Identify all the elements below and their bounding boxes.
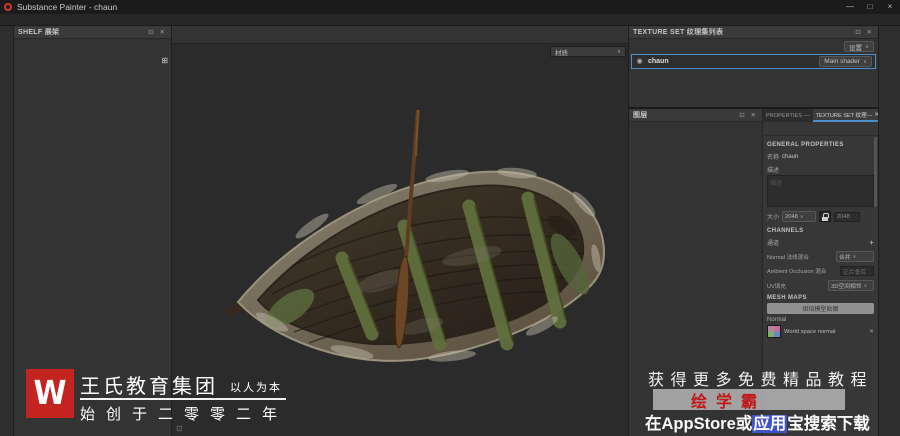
chevron-down-icon: ∨ [617,49,621,55]
name-value: chaun [782,154,798,160]
general-properties-header: GENERAL PROPERTIES [767,142,874,148]
mesh-map-row[interactable]: World space normal ✕ [767,325,874,338]
normal-mixing-value: 合并 [839,252,851,261]
substance-painter-window: Substance Painter - chaun — □ × SHELF 展架… [0,0,900,436]
watermark-divider [80,398,286,400]
properties-mode-icons [763,122,878,136]
properties-scrollbar[interactable] [874,137,877,207]
shelf-toolbar [14,39,171,54]
description-field[interactable]: 描述 [767,175,874,207]
ao-mixing-field: 正片叠底 [840,266,874,276]
name-label: 名称 [767,152,779,161]
texture-set-name: chaun [648,58,669,65]
viewport-corner-icon[interactable]: ⊡ [176,424,183,433]
layers-title: 图层 [633,110,648,120]
size-value: 2048 [785,214,798,220]
shelf-header: SHELF 展架 ⊡ ✕ [14,26,171,39]
close-button[interactable]: × [880,0,900,14]
texture-set-row[interactable]: ◉ chaun Main shader∨ [631,54,876,69]
shading-mode-value: 材质 [555,47,568,57]
tab-texture-set-settings[interactable]: TEXTURE SET 纹理— ✕ [813,109,882,122]
uv-padding-value: 3D空间相邻 [831,281,862,290]
description-label: 描述 [767,165,779,174]
shader-dropdown[interactable]: Main shader∨ [819,56,872,67]
material-grid: ⊞ [88,54,171,56]
watermark-brand: 绘学霸 [653,388,766,412]
size-dropdown[interactable]: 2048∨ [782,211,816,222]
uv-padding-label: UV填充 [767,282,786,290]
uv-padding-dropdown[interactable]: 3D空间相邻∨ [828,280,874,291]
add-channel-button[interactable]: + [869,238,874,247]
tab-float-icon[interactable]: — [804,113,810,119]
normal-mixing-label: Normal 法线混合 [767,253,809,261]
watermark-right-line1: 获得更多免费精品教程 [648,366,873,390]
ao-mixing-label: Ambient Occlusion 混合 [767,267,826,275]
mesh-maps-header: MESH MAPS [767,295,874,301]
visibility-eye-icon[interactable]: ◉ [635,57,644,66]
layers-window-icons[interactable]: ⊡ ✕ [739,111,758,119]
watermark-left-line2: 始创于二零零二年 [80,403,288,424]
maximize-button[interactable]: □ [860,0,880,14]
app-logo-icon [4,3,12,11]
window-title: Substance Painter - chaun [17,2,117,12]
remove-mesh-map-icon[interactable]: ✕ [869,328,874,335]
watermark-store-highlight: 应用 [752,415,787,433]
shelf-window-icons[interactable]: ⊡ ✕ [148,28,167,36]
texture-set-toolbar: 设置∨ [629,39,878,54]
normal-mixing-dropdown[interactable]: 合并∨ [836,251,874,262]
shelf-category-list [14,54,88,56]
mesh-map-name: World space normal [784,329,835,335]
tab-texture-set-label: TEXTURE SET 纹理— [816,111,873,119]
right-dock-strip [878,26,900,436]
normal-map-thumbnail [767,325,781,338]
settings-dropdown[interactable]: 设置∨ [844,41,874,52]
watermark-left-tagline: 以人为本 [230,382,282,394]
settings-label: 设置 [849,42,862,52]
texture-set-list-title: TEXTURE SET 纹理集列表 [633,27,723,37]
size-locked-field[interactable]: 2048 [834,212,860,222]
title-bar: Substance Painter - chaun — □ × [0,0,900,14]
watermark-right-line2: 在AppStore或应用宝搜索下载 [645,410,870,434]
bake-mesh-maps-button[interactable]: 烘焙模型贴图 [767,303,874,314]
menu-bar [0,14,900,26]
normal-section-label: Normal [767,317,874,323]
viewport-toolbar [172,26,628,44]
properties-tabs: PROPERTIES — TEXTURE SET 纹理— ✕ [763,109,878,122]
grid-view-icon[interactable]: ⊞ [161,56,168,65]
watermark-left-title: 王氏教育集团以人为本 [80,370,282,399]
shelf-title: SHELF 展架 [18,27,59,37]
lock-icon[interactable] [819,211,831,222]
size-label: 大小 [767,212,779,221]
tab-properties[interactable]: PROPERTIES — [763,109,813,122]
tab-properties-label: PROPERTIES [766,113,802,119]
texture-set-window-icons[interactable]: ⊡ ✕ [855,28,874,36]
watermark-logo: W [26,369,74,418]
minimize-button[interactable]: — [840,0,860,14]
layers-toolbar [629,122,762,138]
shader-value: Main shader [824,58,860,65]
watermark-brand-bar: 绘学霸 [653,389,845,410]
tool-strip [0,26,14,436]
channels-label: 通道 [767,238,779,247]
texture-set-list-panel: TEXTURE SET 纹理集列表 ⊡ ✕ 设置∨ ◉ chaun Main s… [628,26,878,108]
channels-header: CHANNELS [767,228,874,234]
shading-mode-dropdown[interactable]: 材质 ∨ [550,46,626,57]
